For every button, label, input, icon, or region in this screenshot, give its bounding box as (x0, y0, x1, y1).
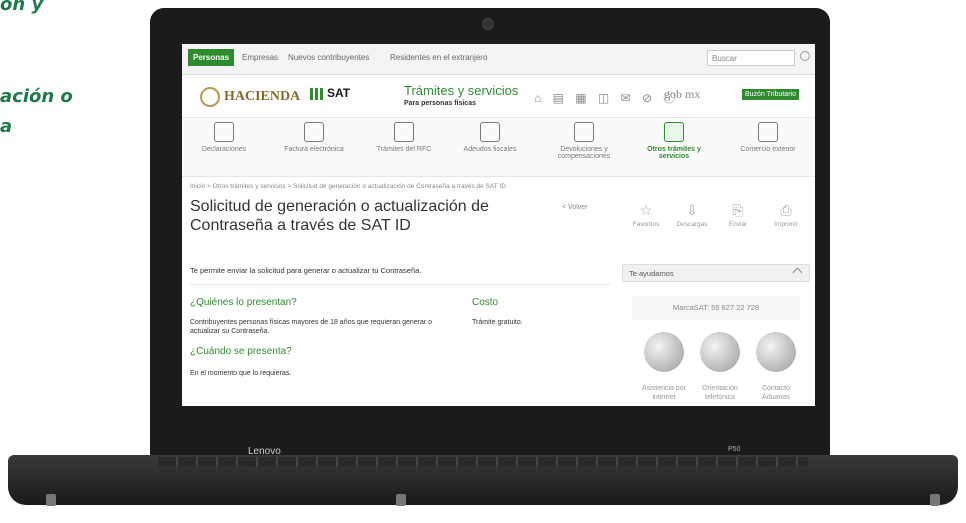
marcasat-phone: MarcaSAT: 55 627 22 728 (632, 296, 800, 320)
at-sign-icon[interactable] (644, 332, 684, 372)
laptop-model: P50 (728, 446, 741, 453)
category-comercio-exterior[interactable]: Comercio exterior (728, 122, 808, 153)
category-label: Trámites del RFC (376, 146, 432, 153)
bulb-icon (758, 122, 778, 142)
id-card-icon (394, 122, 414, 142)
laptop-lid: Personas Empresas Nuevos contribuyentes … (150, 8, 830, 458)
category-tramites-rfc[interactable]: Trámites del RFC (364, 122, 444, 153)
header-icons[interactable]: ⌂ ▤ ▦ ◫ ✉ ⊘ ⓘ (534, 89, 679, 106)
sat-mark-icon (310, 87, 324, 100)
who-text: Contribuyentes personas físicas mayores … (190, 319, 433, 335)
channel-aduanas[interactable]: Contacto Aduanas (750, 384, 802, 402)
search-input[interactable]: Buscar (707, 50, 795, 66)
category-label: Devoluciones y compensaciones (557, 146, 611, 160)
category-devoluciones[interactable]: Devoluciones y compensaciones (544, 122, 624, 160)
who-heading: ¿Quiénes lo presentan? (190, 297, 297, 308)
category-otros-tramites[interactable]: Otros trámites y servicios (634, 122, 714, 160)
calculator-icon (214, 122, 234, 142)
when-heading: ¿Cuándo se presenta? (190, 346, 292, 357)
print-button[interactable]: ⎙ Imprimir (762, 202, 810, 228)
downloads-button[interactable]: ⇩ Descargas (668, 202, 716, 228)
page-title: Solicitud de generación o actualización … (190, 198, 489, 234)
channel-telefonica[interactable]: Orientación telefónica (694, 384, 746, 402)
search-icon[interactable] (800, 51, 810, 61)
send-icon: ⎘ (732, 202, 744, 218)
site-header: HACIENDA SAT Trámites y servicios Para p… (182, 75, 815, 118)
category-label: Otros trámites y servicios (647, 146, 701, 160)
buzon-tributario-button[interactable]: Buzón Tributario (742, 89, 799, 100)
hacienda-logo-text: HACIENDA (224, 89, 301, 105)
laptop-foot-left (46, 494, 56, 506)
tool-label: Enviar (728, 221, 748, 228)
side-text-line2: ación o (0, 86, 73, 107)
top-navigation: Personas Empresas Nuevos contribuyentes … (182, 44, 815, 75)
divider (190, 284, 610, 285)
category-factura-electronica[interactable]: Factura electrónica (274, 122, 354, 153)
sat-logo[interactable]: SAT (310, 86, 350, 100)
page-description: Te permite enviar la solicitud para gene… (190, 266, 422, 275)
favorites-button[interactable]: ☆ Favoritos (622, 202, 670, 228)
cost-text: Trámite gratuito. (472, 319, 523, 326)
category-adeudos-fiscales[interactable]: Adeudos fiscales (450, 122, 530, 153)
laptop-base (8, 455, 958, 505)
laptop-foot-right (930, 494, 940, 506)
category-label: Comercio exterior (740, 146, 796, 153)
channel-internet[interactable]: Asistencia por internet (638, 384, 690, 402)
printer-icon: ⎙ (780, 202, 792, 218)
category-label: Factura electrónica (284, 146, 344, 153)
section-title: Trámites y servicios (404, 83, 519, 98)
customs-icon[interactable] (756, 332, 796, 372)
breadcrumb[interactable]: Inicio > Otros trámites y servicios > So… (190, 183, 506, 190)
when-text: En el momento que lo requieras. (190, 370, 292, 377)
keyboard-edge (158, 457, 808, 467)
seal-icon (200, 87, 220, 107)
category-label: Adeudos fiscales (463, 146, 517, 153)
nav-tab-empresas[interactable]: Empresas (242, 53, 278, 62)
nav-tab-residentes-extranjero[interactable]: Residentes en el extranjero (390, 53, 487, 62)
cost-heading: Costo (472, 297, 499, 308)
document-icon (304, 122, 324, 142)
gobmx-logo[interactable]: gob mx (664, 87, 700, 102)
back-link[interactable]: < Volver (562, 204, 588, 211)
section-subtitle: Para personas físicas (404, 100, 476, 107)
headset-icon[interactable] (700, 332, 740, 372)
category-bar: Declaraciones Factura electrónica Trámit… (182, 118, 815, 177)
laptop-screen: Personas Empresas Nuevos contribuyentes … (182, 44, 815, 406)
tool-label: Favoritos (632, 221, 660, 228)
hand-click-icon (574, 122, 594, 142)
download-icon: ⇩ (686, 202, 698, 218)
nav-tab-personas[interactable]: Personas (188, 49, 235, 66)
coins-icon (480, 122, 500, 142)
star-icon: ☆ (639, 202, 653, 218)
tool-label: Descargas (676, 221, 708, 228)
help-panel-header[interactable]: Te ayudamos (622, 264, 810, 282)
category-declaraciones[interactable]: Declaraciones (184, 122, 264, 153)
send-button[interactable]: ⎘ Enviar (714, 202, 762, 228)
laptop-foot-center (396, 494, 406, 506)
webcam (482, 18, 494, 30)
category-label: Declaraciones (201, 146, 247, 153)
side-text-line3: a (0, 116, 13, 137)
nav-tab-nuevos-contribuyentes[interactable]: Nuevos contribuyentes (288, 53, 369, 62)
monitor-icon (664, 122, 684, 142)
sat-logo-text: SAT (327, 86, 351, 100)
tool-label: Imprimir (774, 221, 798, 228)
hacienda-logo[interactable]: HACIENDA (200, 87, 300, 107)
side-text-line1: ón y (0, 0, 44, 15)
